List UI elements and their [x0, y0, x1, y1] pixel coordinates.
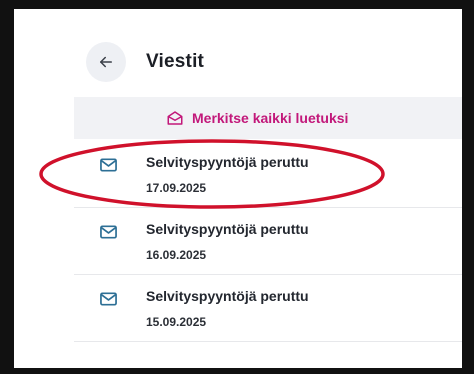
message-date: 15.09.2025 — [146, 315, 207, 329]
message-subject: Selvityspyyntöjä peruttu — [146, 154, 309, 170]
message-date: 17.09.2025 — [146, 181, 207, 195]
mark-all-read-bar: Merkitse kaikki luetuksi — [74, 97, 462, 139]
message-list: Selvityspyyntöjä peruttu 17.09.2025 Selv… — [74, 141, 462, 342]
screenshot-frame: Viestit Merkitse kaikki luetuksi Selvity… — [0, 0, 474, 374]
envelope-open-icon — [167, 111, 183, 125]
mark-all-read-label: Merkitse kaikki luetuksi — [192, 110, 349, 126]
message-subject: Selvityspyyntöjä peruttu — [146, 288, 309, 304]
back-button[interactable] — [86, 42, 126, 82]
arrow-left-icon — [100, 56, 112, 68]
mark-all-read-button[interactable]: Merkitse kaikki luetuksi — [166, 97, 348, 139]
envelope-icon — [100, 225, 117, 239]
page-title: Viestit — [146, 51, 205, 72]
message-item[interactable]: Selvityspyyntöjä peruttu 16.09.2025 — [74, 208, 462, 275]
envelope-icon — [100, 158, 117, 172]
message-subject: Selvityspyyntöjä peruttu — [146, 221, 309, 237]
message-date: 16.09.2025 — [146, 248, 207, 262]
envelope-icon — [100, 292, 117, 306]
message-item[interactable]: Selvityspyyntöjä peruttu 17.09.2025 — [74, 141, 462, 208]
message-item[interactable]: Selvityspyyntöjä peruttu 15.09.2025 — [74, 275, 462, 342]
page-header: Viestit — [14, 9, 462, 87]
